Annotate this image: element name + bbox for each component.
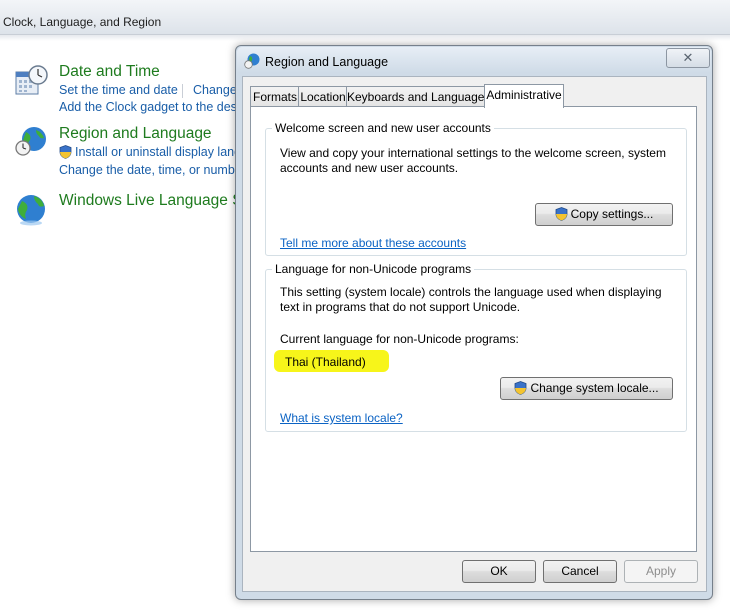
install-display-languages-link[interactable]: Install or uninstall display lang — [59, 145, 241, 159]
set-time-date-link[interactable]: Set the time and date — [59, 83, 178, 97]
tab-administrative[interactable]: Administrative — [484, 84, 564, 108]
add-clock-gadget-link[interactable]: Add the Clock gadget to the desk — [59, 100, 243, 114]
welcome-description-line1: View and copy your international setting… — [280, 146, 666, 160]
welcome-description-line2: accounts and new user accounts. — [280, 161, 459, 175]
change-system-locale-button[interactable]: Change system locale... — [500, 377, 673, 400]
cancel-button[interactable]: Cancel — [543, 560, 617, 583]
welcome-screen-group: Welcome screen and new user accounts Vie… — [265, 121, 687, 256]
non-unicode-description-line1: This setting (system locale) controls th… — [280, 285, 662, 299]
close-icon: ✕ — [682, 50, 694, 65]
uac-shield-icon — [555, 207, 568, 221]
globe-icon — [17, 195, 45, 226]
copy-settings-label: Copy settings... — [570, 207, 654, 221]
close-button[interactable]: ✕ — [666, 48, 710, 68]
tell-me-more-link[interactable]: Tell me more about these accounts — [280, 236, 466, 250]
globe-clock-icon — [15, 127, 46, 156]
globe-clock-icon — [244, 53, 260, 69]
copy-settings-button[interactable]: Copy settings... — [535, 203, 673, 226]
tab-location[interactable]: Location — [298, 86, 348, 107]
dialog-client: Formats Location Keyboards and Languages… — [242, 76, 707, 592]
what-is-system-locale-link[interactable]: What is system locale? — [280, 411, 403, 425]
link-separator — [182, 84, 183, 98]
dialog-title: Region and Language — [265, 55, 389, 69]
region-language-title[interactable]: Region and Language — [59, 125, 212, 143]
current-language-value: Thai (Thailand) — [285, 355, 366, 369]
non-unicode-description-line2: text in programs that do not support Uni… — [280, 300, 521, 314]
calendar-clock-icon — [15, 65, 48, 95]
region-language-dialog: Region and Language ✕ Formats Location K… — [235, 45, 713, 600]
non-unicode-group-legend: Language for non-Unicode programs — [272, 262, 475, 276]
breadcrumb: Clock, Language, and Region — [3, 15, 162, 29]
change-date-format-link[interactable]: Change the date, time, or numbe — [59, 163, 242, 177]
apply-button[interactable]: Apply — [624, 560, 698, 583]
tab-keyboards-languages[interactable]: Keyboards and Languages — [346, 86, 490, 107]
current-language-label: Current language for non-Unicode program… — [280, 332, 519, 346]
change-system-locale-label: Change system locale... — [530, 381, 659, 395]
administrative-tab-page: Welcome screen and new user accounts Vie… — [250, 106, 697, 552]
install-display-languages-label: Install or uninstall display lang — [75, 145, 242, 159]
uac-shield-icon — [59, 145, 72, 159]
date-time-title[interactable]: Date and Time — [59, 63, 160, 81]
uac-shield-icon — [515, 381, 527, 395]
titlebar-band — [0, 35, 730, 41]
change-time-zone-link[interactable]: Change — [193, 83, 237, 97]
live-language-title[interactable]: Windows Live Language S — [59, 192, 243, 210]
control-panel-titlebar: Clock, Language, and Region — [0, 0, 730, 35]
welcome-group-legend: Welcome screen and new user accounts — [272, 121, 494, 135]
tab-formats[interactable]: Formats — [250, 86, 300, 107]
ok-button[interactable]: OK — [462, 560, 536, 583]
non-unicode-group: Language for non-Unicode programs This s… — [265, 262, 687, 432]
